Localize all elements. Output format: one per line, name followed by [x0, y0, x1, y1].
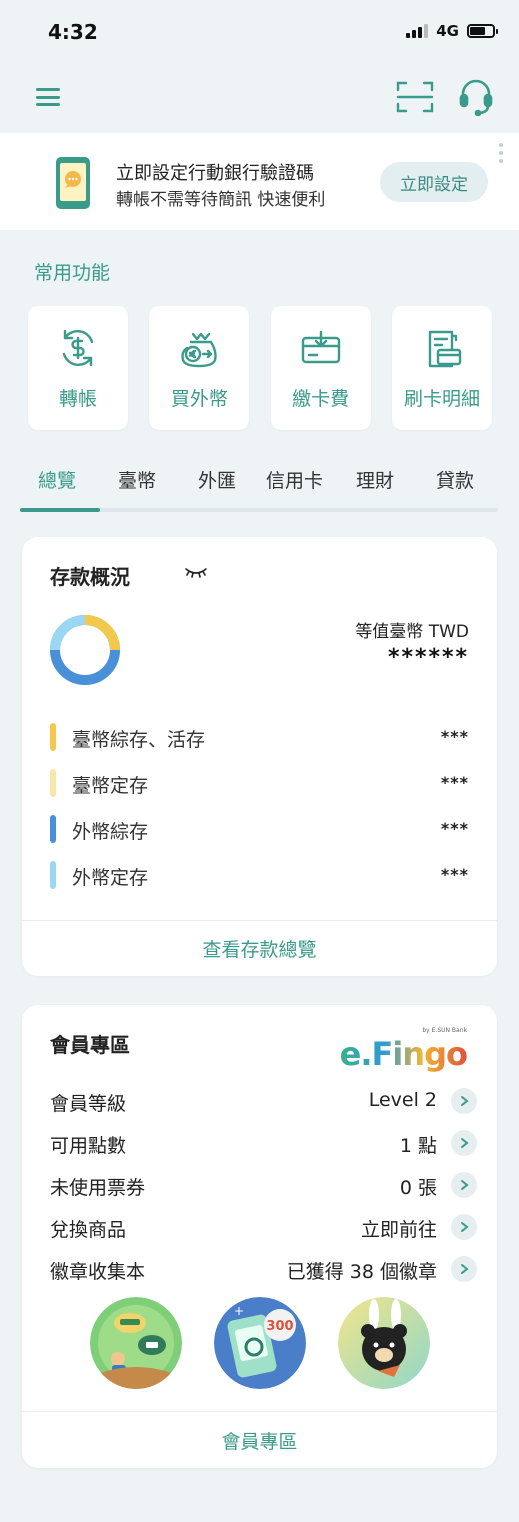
- member-zone-card: 會員專區 by E.SUN Bank e.Fingo 會員等級 Level 2 …: [22, 1005, 497, 1468]
- quick-buy-foreign-label: 買外幣: [170, 388, 228, 410]
- tab-loan[interactable]: 貸款: [436, 466, 474, 493]
- signal-icon: [406, 24, 429, 38]
- more-options-icon[interactable]: [498, 143, 504, 173]
- customer-service-icon[interactable]: [458, 78, 494, 116]
- quick-transfer-label: 轉帳: [58, 388, 97, 410]
- badge-300-text: 300: [266, 1319, 293, 1334]
- pay-card-fee-icon: [301, 330, 340, 364]
- member-row-label: 會員等級: [50, 1093, 127, 1115]
- scan-icon[interactable]: [396, 80, 434, 114]
- deposit-label: 外幣定存: [72, 867, 149, 889]
- efingo-logo: by E.SUN Bank e.Fingo: [329, 1027, 469, 1073]
- deposit-donut-chart: [50, 615, 120, 685]
- deposit-value: ***: [440, 865, 469, 884]
- tab-overview[interactable]: 總覽: [38, 466, 76, 493]
- transfer-dollar-icon: [62, 329, 94, 367]
- deposit-label: 臺幣定存: [72, 775, 149, 797]
- member-row-label: 兌換商品: [50, 1219, 127, 1241]
- member-row-value: 已獲得 38 個徽章: [286, 1261, 437, 1283]
- member-zone-title: 會員專區: [50, 1033, 130, 1057]
- foreign-currency-icon: [181, 332, 218, 368]
- total-balance-hidden: ******: [387, 645, 469, 670]
- quick-functions-title: 常用功能: [34, 262, 111, 284]
- deposit-label: 外幣綜存: [72, 821, 149, 843]
- member-redeem-row[interactable]: 兌換商品 立即前往: [50, 1213, 477, 1241]
- deposit-row: 臺幣綜存、活存 ***: [50, 723, 469, 751]
- hide-balance-eye-icon[interactable]: [184, 565, 208, 579]
- banner-subtitle: 轉帳不需等待簡訊 快速便利: [116, 190, 326, 210]
- member-zone-link[interactable]: 會員專區: [22, 1427, 497, 1454]
- member-row-label: 未使用票券: [50, 1177, 146, 1199]
- deposit-color-marker: [50, 723, 56, 751]
- member-level-row[interactable]: 會員等級 Level 2: [50, 1087, 477, 1115]
- deposit-row: 外幣綜存 ***: [50, 815, 469, 843]
- deposit-value: ***: [440, 773, 469, 792]
- badge-bear-mascot-icon[interactable]: [338, 1297, 430, 1389]
- svg-text:e.Fingo: e.Fingo: [340, 1035, 467, 1073]
- member-row-value: 立即前往: [360, 1219, 437, 1241]
- deposit-overview-card: 存款概況 等值臺幣 TWD ****** 臺幣綜存、活存 *** 臺幣定存 **…: [22, 537, 497, 976]
- phone-icon: [56, 157, 90, 209]
- quick-card-statement[interactable]: 刷卡明細: [391, 306, 492, 430]
- svg-text:+: +: [234, 1304, 244, 1318]
- deposit-title: 存款概況: [50, 565, 130, 589]
- tab-credit-card[interactable]: 信用卡: [266, 466, 323, 493]
- efingo-logo-sub: by E.SUN Bank: [422, 1027, 467, 1034]
- deposit-row: 外幣定存 ***: [50, 861, 469, 889]
- setup-now-button[interactable]: 立即設定: [380, 162, 488, 202]
- member-row-label: 徽章收集本: [50, 1261, 146, 1283]
- member-row-value: 1 點: [399, 1135, 437, 1157]
- tab-twd[interactable]: 臺幣: [118, 466, 156, 493]
- verification-banner: 立即設定行動銀行驗證碼 轉帳不需等待簡訊 快速便利 立即設定: [0, 133, 519, 230]
- top-nav: [0, 68, 519, 132]
- tab-wealth[interactable]: 理財: [356, 466, 394, 493]
- card-divider: [22, 1411, 497, 1412]
- account-tabs: 總覽 臺幣 外匯 信用卡 理財 貸款: [20, 466, 498, 514]
- badge-points-300-icon[interactable]: 300 +: [214, 1297, 306, 1389]
- menu-icon[interactable]: [36, 88, 60, 106]
- status-indicators: 4G: [406, 22, 498, 40]
- member-row-label: 可用點數: [50, 1135, 127, 1157]
- deposit-color-marker: [50, 815, 56, 843]
- deposit-label: 臺幣綜存、活存: [72, 729, 206, 751]
- quick-functions: 轉帳 買外幣 繳卡費 刷卡明細: [28, 306, 492, 430]
- member-tickets-row[interactable]: 未使用票券 0 張: [50, 1171, 477, 1199]
- deposit-value: ***: [440, 819, 469, 838]
- battery-icon: [467, 24, 498, 38]
- quick-pay-card-label: 繳卡費: [292, 388, 350, 410]
- tab-active-indicator: [20, 508, 100, 512]
- view-deposit-overview-link[interactable]: 查看存款總覽: [22, 935, 497, 962]
- deposit-color-marker: [50, 861, 56, 889]
- currency-label: 等值臺幣 TWD: [355, 622, 469, 642]
- badge-community-icon[interactable]: [90, 1297, 182, 1389]
- status-bar: 4:32 4G: [0, 0, 519, 68]
- chevron-right-icon[interactable]: [451, 1172, 477, 1198]
- member-row-value: 0 張: [399, 1177, 437, 1199]
- quick-buy-foreign-currency[interactable]: 買外幣: [149, 306, 250, 430]
- tab-forex[interactable]: 外匯: [198, 466, 236, 493]
- deposit-row: 臺幣定存 ***: [50, 769, 469, 797]
- deposit-color-marker: [50, 769, 56, 797]
- quick-pay-card-fee[interactable]: 繳卡費: [270, 306, 371, 430]
- member-badges-row[interactable]: 徽章收集本 已獲得 38 個徽章: [50, 1255, 477, 1283]
- chevron-right-icon[interactable]: [451, 1088, 477, 1114]
- quick-card-statement-label: 刷卡明細: [403, 388, 480, 410]
- chevron-right-icon[interactable]: [451, 1256, 477, 1282]
- chevron-right-icon[interactable]: [451, 1214, 477, 1240]
- deposit-value: ***: [440, 727, 469, 746]
- card-statement-icon: [428, 330, 462, 368]
- card-divider: [22, 920, 497, 921]
- chevron-right-icon[interactable]: [451, 1130, 477, 1156]
- banner-title: 立即設定行動銀行驗證碼: [116, 163, 314, 184]
- network-type: 4G: [436, 22, 459, 40]
- status-time: 4:32: [48, 20, 98, 44]
- member-row-value: Level 2: [368, 1089, 437, 1111]
- quick-transfer[interactable]: 轉帳: [28, 306, 128, 430]
- member-points-row[interactable]: 可用點數 1 點: [50, 1129, 477, 1157]
